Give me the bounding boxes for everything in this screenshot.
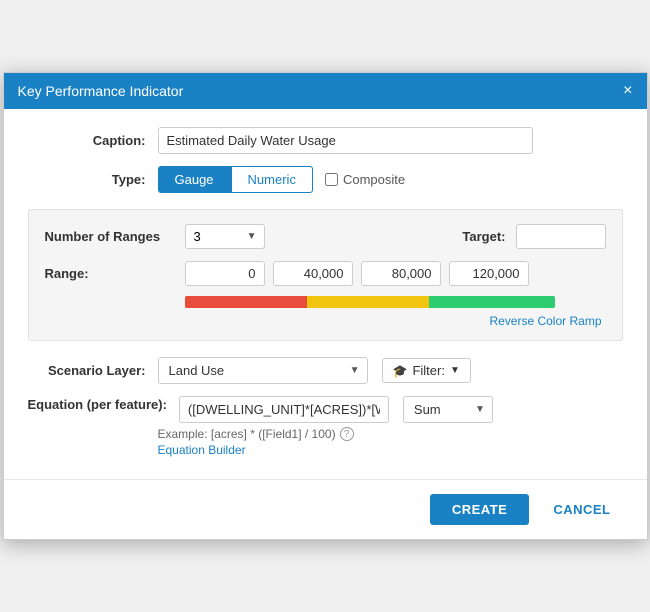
scenario-label: Scenario Layer: xyxy=(28,363,158,378)
filter-button[interactable]: 🎓 Filter: ▼ xyxy=(382,358,471,383)
create-button[interactable]: CREATE xyxy=(430,494,529,525)
dialog-header: Key Performance Indicator × xyxy=(4,73,647,109)
caption-input[interactable] xyxy=(158,127,533,154)
reverse-color-ramp-link[interactable]: Reverse Color Ramp xyxy=(185,314,606,328)
equation-builder-link[interactable]: Equation Builder xyxy=(158,443,623,457)
type-row: Type: Gauge Numeric Composite xyxy=(28,166,623,193)
range-input-0[interactable] xyxy=(185,261,265,286)
caption-row: Caption: xyxy=(28,127,623,154)
ranges-count-row: Number of Ranges 3 2 4 5 ▼ Target: xyxy=(45,224,606,249)
equation-hint-text: Example: [acres] * ([Field1] / 100) xyxy=(158,427,336,441)
equation-input[interactable] xyxy=(179,396,389,423)
range-inputs-group xyxy=(185,261,529,286)
ranges-select[interactable]: 3 2 4 5 xyxy=(185,224,265,249)
equation-controls: Sum Average Count ▼ xyxy=(179,396,493,423)
close-button[interactable]: × xyxy=(623,83,632,99)
dialog-footer: CREATE CANCEL xyxy=(4,479,647,539)
cancel-button[interactable]: CANCEL xyxy=(537,494,626,525)
range-input-1[interactable] xyxy=(273,261,353,286)
type-button-group: Gauge Numeric xyxy=(158,166,313,193)
target-input[interactable] xyxy=(516,224,606,249)
scenario-select[interactable]: Land Use xyxy=(158,357,368,384)
scenario-select-wrapper: Land Use ▼ xyxy=(158,357,368,384)
help-icon[interactable]: ? xyxy=(340,427,354,441)
scenario-row: Scenario Layer: Land Use ▼ 🎓 Filter: ▼ xyxy=(28,357,623,384)
numeric-button[interactable]: Numeric xyxy=(231,166,313,193)
ranges-label: Number of Ranges xyxy=(45,229,185,244)
range-label: Range: xyxy=(45,266,185,281)
composite-label: Composite xyxy=(343,172,405,187)
range-values-row: Range: xyxy=(45,261,606,286)
filter-dropdown-arrow: ▼ xyxy=(450,365,460,376)
filter-label: Filter: xyxy=(412,363,445,378)
ranges-section: Number of Ranges 3 2 4 5 ▼ Target: Range… xyxy=(28,209,623,341)
gauge-button[interactable]: Gauge xyxy=(158,166,231,193)
color-ramp-container: Reverse Color Ramp xyxy=(185,296,606,328)
dialog-container: Key Performance Indicator × Caption: Typ… xyxy=(3,72,648,540)
equation-row: Equation (per feature): Sum Average Coun… xyxy=(28,396,623,423)
composite-checkbox[interactable]: Composite xyxy=(325,172,405,187)
sum-select-wrapper: Sum Average Count ▼ xyxy=(403,396,493,423)
equation-hint-row: Example: [acres] * ([Field1] / 100) ? xyxy=(158,427,623,441)
dialog-title: Key Performance Indicator xyxy=(18,83,184,99)
equation-input-row: Sum Average Count ▼ xyxy=(179,396,493,423)
target-label: Target: xyxy=(462,229,505,244)
filter-icon: 🎓 xyxy=(393,364,408,378)
composite-checkbox-input[interactable] xyxy=(325,173,338,186)
caption-label: Caption: xyxy=(28,133,158,148)
sum-select[interactable]: Sum Average Count xyxy=(403,396,493,423)
ranges-select-wrapper: 3 2 4 5 ▼ xyxy=(185,224,265,249)
type-label: Type: xyxy=(28,172,158,187)
equation-label: Equation (per feature): xyxy=(28,396,179,414)
range-input-2[interactable] xyxy=(361,261,441,286)
color-ramp xyxy=(185,296,555,308)
range-input-3[interactable] xyxy=(449,261,529,286)
dialog-body: Caption: Type: Gauge Numeric Composite N… xyxy=(4,109,647,469)
